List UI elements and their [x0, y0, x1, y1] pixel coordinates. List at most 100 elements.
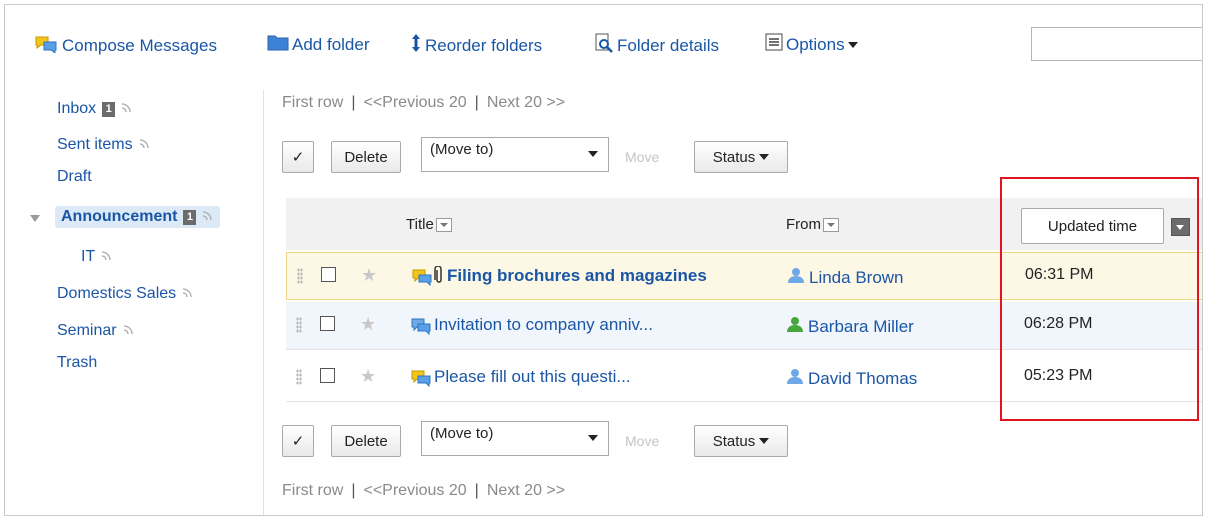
folder-details-button[interactable]: Folder details — [594, 33, 719, 58]
message-title-link[interactable]: Invitation to company anniv... — [434, 315, 653, 335]
status-dropdown-button[interactable]: Status — [694, 141, 788, 173]
add-folder-button[interactable]: Add folder — [267, 33, 370, 56]
select-all-button[interactable]: ✓ — [282, 425, 314, 457]
search-input[interactable] — [1031, 27, 1202, 61]
next-page-link[interactable]: Next 20 >> — [487, 94, 565, 111]
list-icon — [765, 33, 783, 56]
previous-page-link[interactable]: <<Previous 20 — [363, 482, 466, 499]
unread-count-badge: 1 — [183, 209, 197, 225]
reorder-arrows-icon — [410, 33, 422, 58]
from-header-label: From — [786, 216, 821, 233]
reorder-folders-button[interactable]: Reorder folders — [410, 33, 542, 58]
previous-page-link[interactable]: <<Previous 20 — [363, 94, 466, 111]
sender-link[interactable]: David Thomas — [786, 367, 917, 390]
rss-feed-icon — [202, 208, 213, 226]
rss-feed-icon — [123, 322, 133, 340]
sender-name: Linda Brown — [809, 267, 904, 287]
sort-dropdown-icon[interactable] — [435, 217, 452, 232]
unread-count-badge: 1 — [102, 101, 116, 117]
move-to-select[interactable]: (Move to) — [421, 421, 609, 456]
sender-link[interactable]: Barbara Miller — [786, 315, 914, 338]
folder-icon — [267, 33, 289, 56]
row-checkbox[interactable] — [320, 368, 335, 383]
message-icon — [411, 268, 433, 291]
dropdown-caret-icon — [759, 154, 770, 160]
user-icon — [787, 266, 805, 289]
sidebar-item-seminar[interactable]: Seminar — [57, 322, 133, 340]
title-column-header[interactable]: Title — [406, 216, 452, 233]
drag-handle-icon[interactable] — [296, 369, 302, 385]
sidebar-item-label: Inbox — [57, 100, 97, 117]
collapse-triangle-icon[interactable] — [30, 215, 40, 222]
folder-details-icon — [594, 33, 614, 58]
attachment-icon — [434, 265, 444, 289]
first-row-link[interactable]: First row — [282, 482, 343, 499]
user-icon — [786, 315, 804, 338]
message-title-link[interactable]: Filing brochures and magazines — [447, 266, 707, 286]
chevron-down-icon — [588, 151, 598, 157]
from-column-header[interactable]: From — [786, 216, 839, 233]
sender-link[interactable]: Linda Brown — [787, 266, 904, 289]
sidebar-item-label: Announcement — [61, 208, 178, 225]
move-button[interactable]: Move — [625, 433, 659, 449]
star-icon[interactable]: ★ — [360, 314, 376, 335]
toolbar: Compose Messages Add folder Reorder fold… — [5, 23, 1202, 63]
message-title-link[interactable]: Please fill out this questi... — [434, 367, 631, 387]
sidebar-item-label: Domestics Sales — [57, 285, 177, 302]
dropdown-caret-icon — [847, 41, 858, 48]
move-to-select[interactable]: (Move to) — [421, 137, 609, 172]
row-checkbox[interactable] — [321, 267, 336, 282]
rss-feed-icon — [139, 136, 149, 154]
compose-label: Compose Messages — [62, 35, 217, 55]
move-button[interactable]: Move — [625, 149, 659, 165]
sort-dropdown-icon[interactable] — [823, 217, 839, 232]
star-icon[interactable]: ★ — [360, 366, 376, 387]
reorder-folders-label: Reorder folders — [425, 35, 543, 55]
sidebar-item-it[interactable]: IT — [81, 248, 111, 266]
pager-top: First row | <<Previous 20 | Next 20 >> — [282, 94, 566, 111]
status-label: Status — [712, 432, 756, 450]
user-icon — [786, 367, 804, 390]
app-frame: Compose Messages Add folder Reorder fold… — [4, 4, 1203, 516]
drag-handle-icon[interactable] — [297, 268, 303, 284]
options-label: Options — [786, 34, 845, 54]
move-to-selected: (Move to) — [430, 425, 494, 442]
sidebar-item-sent-items[interactable]: Sent items — [57, 136, 149, 154]
message-icon — [410, 317, 432, 340]
chevron-down-icon — [588, 435, 598, 441]
rss-feed-icon — [101, 248, 111, 266]
dropdown-caret-icon — [759, 438, 770, 444]
pager-bottom: First row | <<Previous 20 | Next 20 >> — [282, 482, 566, 499]
sidebar-item-label: Sent items — [57, 136, 133, 153]
rss-feed-icon — [182, 285, 192, 303]
row-checkbox[interactable] — [320, 316, 335, 331]
drag-handle-icon[interactable] — [296, 317, 302, 333]
delete-button[interactable]: Delete — [331, 425, 401, 457]
star-icon[interactable]: ★ — [361, 265, 377, 286]
title-header-label: Title — [406, 216, 434, 233]
sidebar-item-announcement[interactable]: Announcement 1 — [55, 206, 221, 228]
delete-button[interactable]: Delete — [331, 141, 401, 173]
status-label: Status — [712, 148, 756, 166]
compose-messages-button[interactable]: Compose Messages — [33, 33, 217, 58]
highlight-box — [1000, 177, 1199, 421]
add-folder-label: Add folder — [292, 34, 370, 54]
options-menu-button[interactable]: Options — [765, 33, 858, 56]
select-all-button[interactable]: ✓ — [282, 141, 314, 173]
sender-name: David Thomas — [808, 368, 918, 388]
first-row-link[interactable]: First row — [282, 94, 343, 111]
compose-icon — [33, 33, 59, 58]
folder-details-label: Folder details — [617, 35, 720, 55]
sidebar-item-label: Trash — [57, 354, 98, 371]
sidebar-item-trash[interactable]: Trash — [57, 354, 97, 372]
rss-feed-icon — [121, 100, 131, 118]
move-to-selected: (Move to) — [430, 141, 494, 158]
sidebar-item-label: Seminar — [57, 322, 117, 339]
sidebar-item-label: IT — [81, 248, 96, 265]
message-icon — [410, 369, 432, 392]
sidebar-item-domestics-sales[interactable]: Domestics Sales — [57, 285, 192, 303]
next-page-link[interactable]: Next 20 >> — [487, 482, 565, 499]
sidebar-item-draft[interactable]: Draft — [57, 168, 92, 186]
sidebar-item-inbox[interactable]: Inbox 1 — [57, 100, 131, 118]
status-dropdown-button[interactable]: Status — [694, 425, 788, 457]
